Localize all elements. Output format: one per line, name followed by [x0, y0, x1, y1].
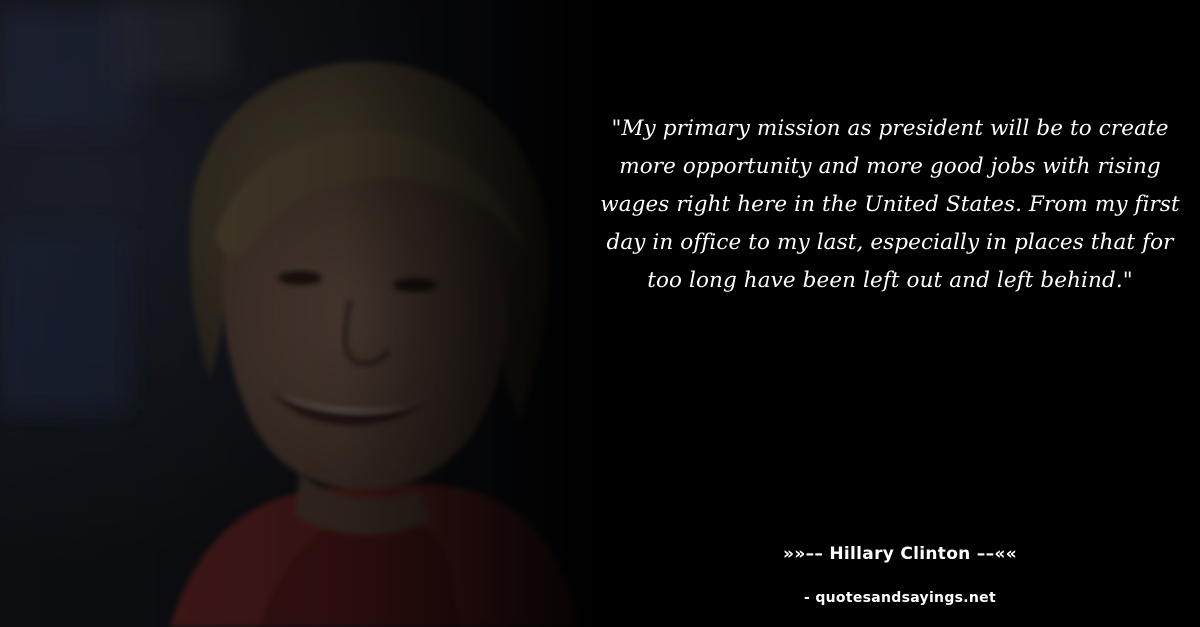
source-site: - quotesandsayings.net — [804, 590, 996, 606]
author-attribution: »»–– Hillary Clinton ––«« — [783, 544, 1017, 564]
portrait-photo — [0, 0, 620, 627]
quote-block: "My primary mission as president will be… — [600, 110, 1180, 300]
quote-text: "My primary mission as president will be… — [600, 116, 1180, 293]
quote-card: "My primary mission as president will be… — [0, 0, 1200, 627]
